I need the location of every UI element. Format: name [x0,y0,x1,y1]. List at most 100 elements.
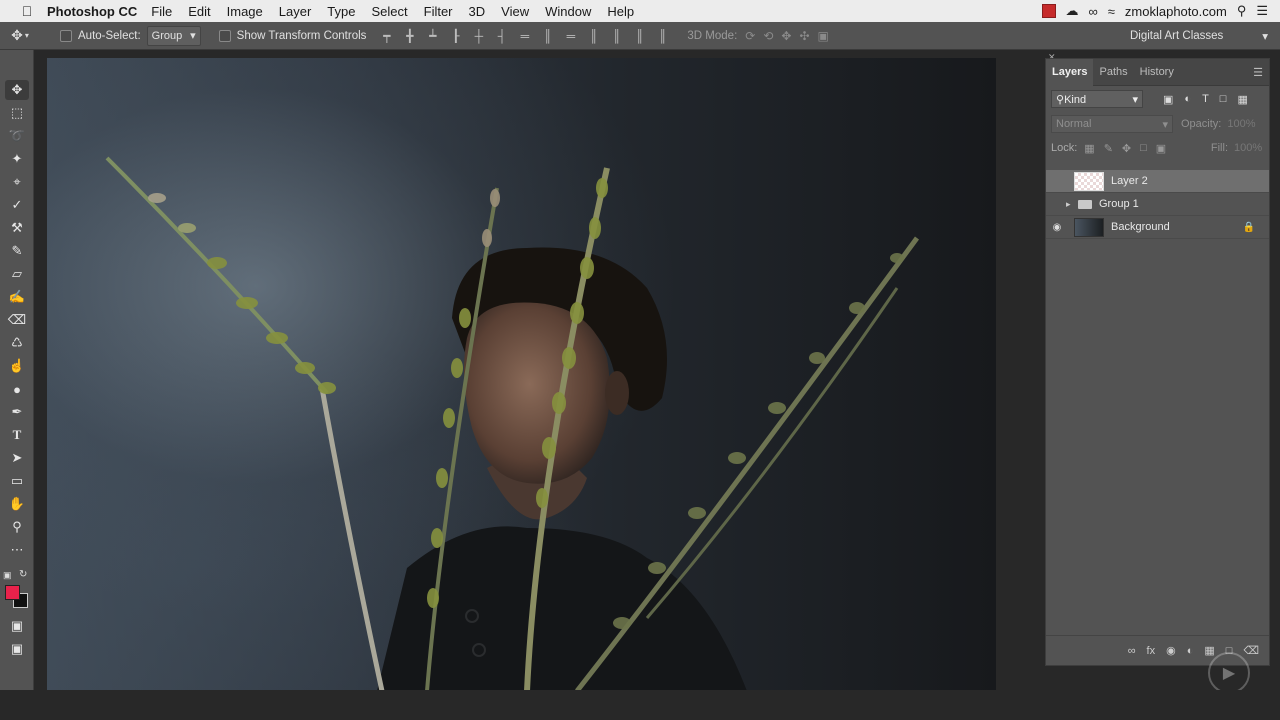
chevron-right-icon[interactable]: ▸ [1066,199,1076,210]
opacity-field[interactable]: 100% [1227,118,1257,130]
auto-select-checkbox[interactable] [60,29,72,42]
distribute-bottom-icon[interactable]: ═ [564,29,577,43]
brush-tool-icon[interactable]: ✎ [5,241,29,261]
distribute-top-icon[interactable]: ═ [518,29,531,43]
trash-icon[interactable]: ⌫ [1243,644,1259,657]
new-group-icon[interactable]: ▦ [1204,644,1214,657]
document-canvas[interactable] [47,58,996,691]
filter-kind-dropdown[interactable]: ⚲Kind ▾ [1051,90,1143,108]
layer-row-background[interactable]: ◉ Background 🔒 [1046,216,1269,239]
adjustment-layer-icon[interactable]: ◐ [1187,645,1194,657]
align-top-icon[interactable]: ┯ [380,29,393,43]
wifi-icon[interactable]: ≈ [1108,4,1115,19]
account-name[interactable]: zmoklaphoto.com [1125,4,1227,19]
workspace-switcher[interactable]: Digital Art Classes ▾ [1126,26,1272,46]
layer-row-group-1[interactable]: ▸ Group 1 [1046,193,1269,216]
type-tool-icon[interactable]: T [5,425,29,445]
auto-select-dropdown[interactable]: Group ▾ [146,25,201,46]
distribute-vcenter-icon[interactable]: ║ [541,29,554,43]
eyedropper-tool-icon[interactable]: ✓ [5,195,29,215]
menu-view[interactable]: View [501,4,529,19]
dodge-tool-icon[interactable]: ● [5,379,29,399]
shape-filter-icon[interactable]: □ [1220,93,1227,106]
path-select-tool-icon[interactable]: ➤ [5,448,29,468]
lock-position-icon[interactable]: ✥ [1122,142,1131,155]
move-tool-preset[interactable]: ✥ ▾ [0,27,40,44]
crop-tool-icon[interactable]: ⌖ [5,172,29,192]
menu-filter[interactable]: Filter [424,4,453,19]
menu-image[interactable]: Image [227,4,263,19]
paint-bucket-tool-icon[interactable]: ♺ [5,333,29,353]
move-tool-icon[interactable]: ✥ [5,80,29,100]
foreground-color-swatch[interactable] [5,585,20,600]
smart-object-filter-icon[interactable]: ▦ [1237,93,1247,106]
align-vcenter-icon[interactable]: ╋ [403,29,416,43]
lock-all-icon[interactable]: ▣ [1156,142,1166,155]
camera-icon[interactable]: ▣ [818,29,829,43]
menu-help[interactable]: Help [607,4,634,19]
align-left-icon[interactable]: ┠ [449,29,462,43]
creative-cloud-icon[interactable]: ∞ [1089,4,1098,19]
layer-style-icon[interactable]: fx [1147,645,1156,657]
cloud-icon[interactable]: ☁ [1066,3,1079,19]
eye-icon[interactable]: ◉ [1046,222,1068,233]
apple-icon[interactable]:  [18,3,36,19]
distribute-right-icon[interactable]: ║ [633,29,646,43]
auto-select-option[interactable]: Auto-Select: [60,29,141,42]
slide-icon[interactable]: ✣ [799,29,809,43]
blend-mode-dropdown[interactable]: Normal ▾ [1051,115,1173,133]
orbit-icon[interactable]: ⟳ [745,29,755,43]
app-name-menu[interactable]: Photoshop CC [47,4,137,19]
show-transform-checkbox[interactable] [218,29,231,42]
link-layers-icon[interactable]: ∞ [1128,645,1136,657]
panel-menu-icon[interactable]: ☰ [1253,66,1263,79]
stamp-tool-icon[interactable]: ▱ [5,264,29,284]
tab-paths[interactable]: Paths [1093,59,1133,86]
distribute-left-icon[interactable]: ║ [587,29,600,43]
roll-icon[interactable]: ⟲ [763,29,773,43]
distribute-hcenter-icon[interactable]: ║ [610,29,623,43]
quick-mask-icon[interactable]: ▣ [5,616,29,636]
search-icon[interactable]: ⚲ [1237,3,1247,19]
show-transform-option[interactable]: Show Transform Controls [218,29,366,42]
tab-history[interactable]: History [1134,59,1180,86]
align-bottom-icon[interactable]: ┷ [426,29,439,43]
align-hcenter-icon[interactable]: ┼ [472,29,485,43]
align-right-icon[interactable]: ┤ [495,29,508,43]
default-colors-icon[interactable]: ▣ [3,570,12,581]
lasso-tool-icon[interactable]: ➰ [5,126,29,146]
swap-colors-icon[interactable]: ↻ [19,569,27,580]
type-filter-icon[interactable]: T [1202,93,1209,106]
more-tools-icon[interactable]: ⋯ [5,540,29,560]
menu-select[interactable]: Select [371,4,407,19]
tab-layers[interactable]: Layers [1046,58,1094,86]
smudge-tool-icon[interactable]: ☝ [5,356,29,376]
adjustment-filter-icon[interactable]: ◐ [1184,93,1191,106]
healing-tool-icon[interactable]: ⚒ [5,218,29,238]
layer-mask-icon[interactable]: ◉ [1166,644,1176,657]
pan-icon[interactable]: ✥ [781,29,791,43]
red-status-icon[interactable] [1041,4,1056,18]
menu-window[interactable]: Window [545,4,591,19]
screen-mode-icon[interactable]: ▣ [5,639,29,659]
auto-align-icon[interactable]: ║ [656,29,669,43]
menu-edit[interactable]: Edit [188,4,210,19]
quick-select-tool-icon[interactable]: ✦ [5,149,29,169]
pixel-filter-icon[interactable]: ▣ [1163,93,1173,106]
fill-field[interactable]: 100% [1234,142,1264,154]
eraser-tool-icon[interactable]: ⌫ [5,310,29,330]
menu-3d[interactable]: 3D [469,4,486,19]
history-brush-tool-icon[interactable]: ✍ [5,287,29,307]
pen-tool-icon[interactable]: ✒ [5,402,29,422]
layer-row-layer-2[interactable]: Layer 2 [1046,170,1269,193]
rectangle-tool-icon[interactable]: ▭ [5,471,29,491]
menu-type[interactable]: Type [327,4,355,19]
menu-layer[interactable]: Layer [279,4,312,19]
lock-transparency-icon[interactable]: ▦ [1084,142,1094,155]
list-icon[interactable]: ☰ [1256,3,1268,19]
zoom-tool-icon[interactable]: ⚲ [5,517,29,537]
marquee-tool-icon[interactable]: ⬚ [5,103,29,123]
lock-artboard-icon[interactable]: □ [1140,142,1147,155]
hand-tool-icon[interactable]: ✋ [5,494,29,514]
menu-file[interactable]: File [151,4,172,19]
